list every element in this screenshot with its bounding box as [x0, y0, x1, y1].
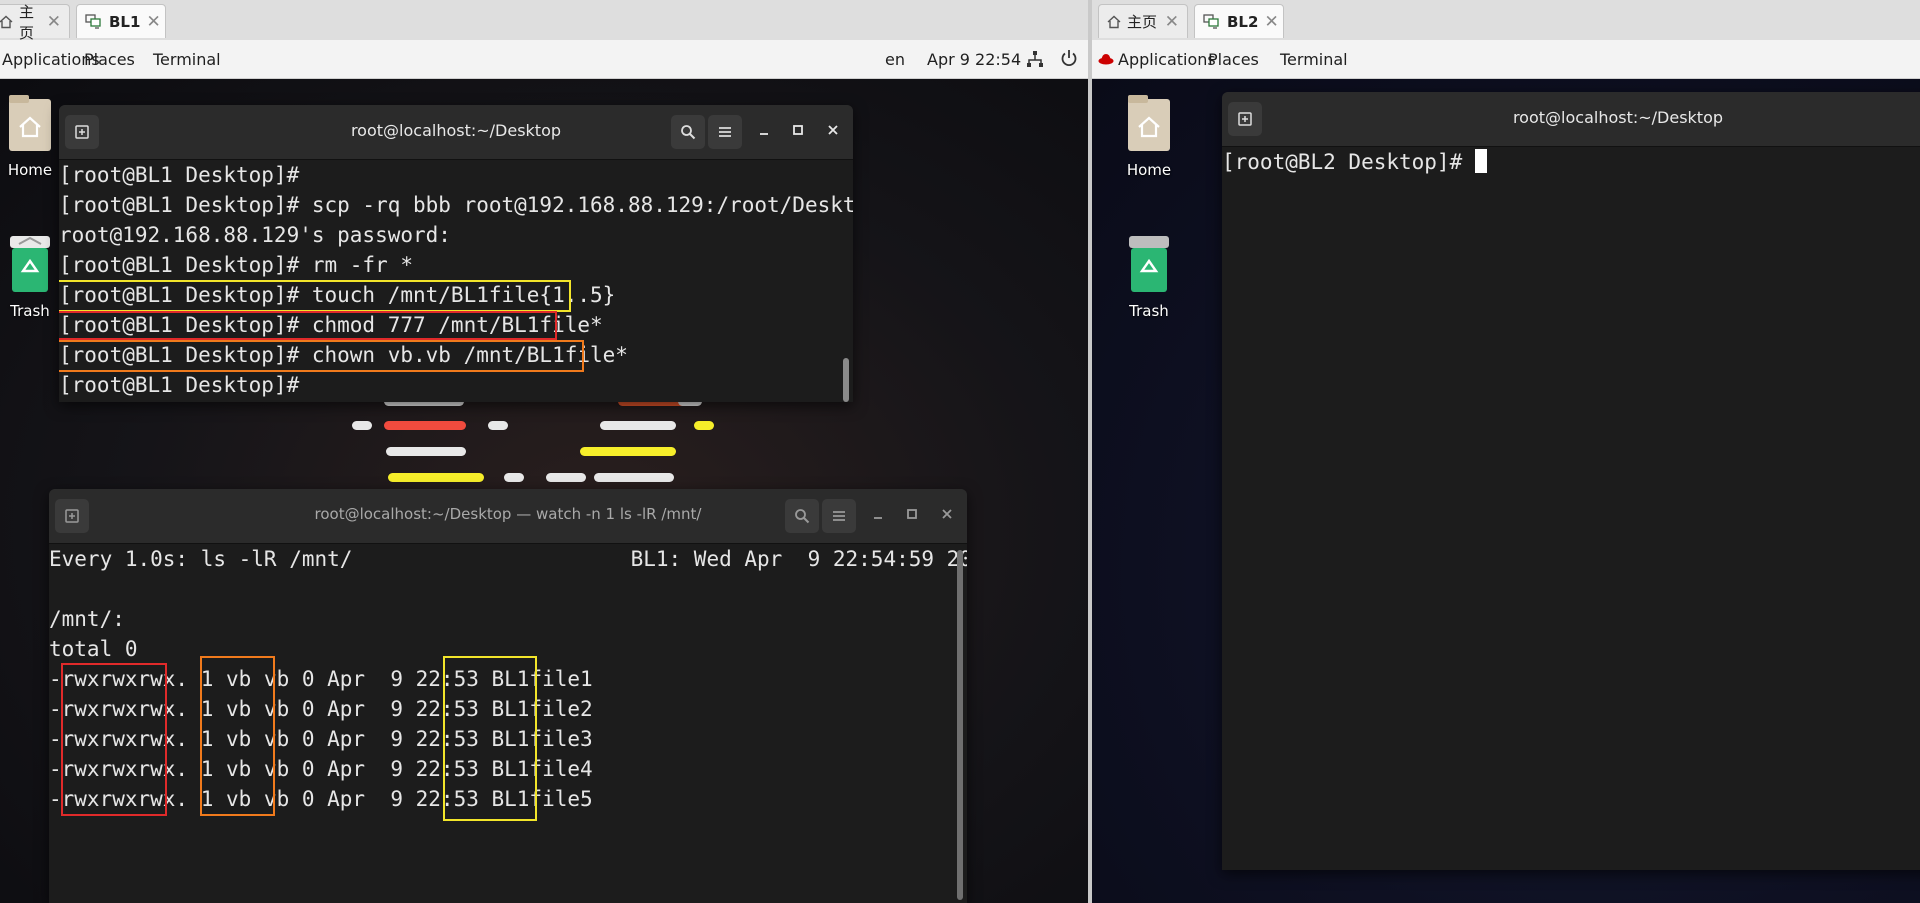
tab-bl2[interactable]: BL2 ✕: [1194, 4, 1284, 38]
terminal-header-bar[interactable]: root@localhost:~/Desktop: [59, 105, 853, 160]
terminal-line: [root@BL1 Desktop]#: [59, 373, 300, 397]
highlight-filenames: [443, 656, 537, 821]
highlight-permissions: [61, 663, 167, 816]
bl1-console-pane: 主页 ✕ BL1 ✕ Applications Places Terminal …: [0, 0, 1088, 903]
bl2-terminal-window[interactable]: root@localhost:~/Desktop [root@BL2 Deskt…: [1222, 92, 1920, 870]
close-button[interactable]: [822, 121, 844, 140]
close-icon[interactable]: ✕: [47, 12, 61, 32]
house-icon: [1107, 15, 1121, 28]
places-menu[interactable]: Places: [84, 50, 135, 69]
terminal-output[interactable]: [root@BL2 Desktop]#: [1222, 147, 1920, 870]
vm-icon: [1203, 13, 1219, 29]
terminal-line: [root@BL1 Desktop]# rm -fr *: [59, 253, 414, 277]
menu-button[interactable]: [822, 499, 856, 533]
terminal-prompt: [root@BL2 Desktop]#: [1222, 150, 1475, 174]
maximize-icon: [793, 125, 803, 135]
close-icon[interactable]: ✕: [1264, 12, 1278, 32]
terminal-line: [root@BL1 Desktop]#: [59, 163, 300, 187]
maximize-button[interactable]: [787, 121, 809, 140]
trash-icon: [1129, 236, 1169, 292]
search-button[interactable]: [671, 115, 705, 149]
search-button[interactable]: [785, 499, 819, 533]
minimize-icon: [874, 517, 882, 519]
tab-home[interactable]: 主页 ✕: [0, 3, 70, 42]
terminal-header-bar[interactable]: root@localhost:~/Desktop — watch -n 1 ls…: [49, 489, 967, 544]
applications-menu[interactable]: Applications: [1118, 50, 1216, 69]
terminal-line: [root@BL2 Desktop]#: [1222, 147, 1487, 177]
gnome-top-bar: Applications Places Terminal en Apr 9 22…: [0, 40, 1088, 79]
highlight-chmod-command: [59, 311, 557, 340]
redhat-icon: [1098, 54, 1114, 65]
terminal-output[interactable]: [root@BL1 Desktop]# [root@BL1 Desktop]# …: [59, 160, 853, 402]
clock[interactable]: Apr 9 22:54: [927, 50, 1021, 69]
desktop-home-icon[interactable]: Home: [1109, 93, 1189, 179]
tab-home-label: 主页: [19, 2, 35, 42]
terminal-line: root@192.168.88.129's password:: [59, 223, 451, 247]
bl1-watch-terminal-window[interactable]: root@localhost:~/Desktop — watch -n 1 ls…: [49, 489, 967, 903]
close-button[interactable]: [936, 505, 958, 524]
bl1-tab-bar: 主页 ✕ BL1 ✕: [0, 0, 1088, 42]
scrollbar[interactable]: [843, 358, 849, 402]
highlight-touch-command: [59, 280, 571, 312]
terminal-menu[interactable]: Terminal: [153, 50, 221, 69]
gnome-top-bar: Applications Places Terminal: [1092, 40, 1920, 79]
close-icon: [828, 125, 838, 135]
minimize-button[interactable]: [753, 121, 775, 140]
highlight-chown-command: [59, 340, 584, 372]
close-icon[interactable]: ✕: [1165, 12, 1179, 32]
watch-header-line: Every 1.0s: ls -lR /mnt/ BL1: Wed Apr 9 …: [49, 547, 967, 571]
watch-output[interactable]: Every 1.0s: ls -lR /mnt/ BL1: Wed Apr 9 …: [49, 544, 967, 903]
tab-home-label: 主页: [1127, 13, 1158, 31]
search-icon: [795, 509, 810, 524]
terminal-title: root@localhost:~/Desktop: [1512, 108, 1724, 127]
tab-bl2-label: BL2: [1227, 12, 1259, 31]
desktop-home-label: Home: [1126, 161, 1172, 179]
menu-button[interactable]: [708, 115, 742, 149]
tab-home[interactable]: 主页 ✕: [1098, 4, 1188, 38]
desktop-trash-icon[interactable]: Trash: [1109, 234, 1189, 320]
highlight-owner-group: [200, 656, 275, 816]
trash-icon: [10, 236, 50, 292]
terminal-line: [root@BL1 Desktop]# scp -rq bbb root@192…: [59, 193, 853, 217]
input-language[interactable]: en: [885, 50, 905, 69]
terminal-header-bar[interactable]: root@localhost:~/Desktop: [1222, 92, 1920, 147]
scrollbar[interactable]: [957, 550, 963, 900]
minimize-button[interactable]: [867, 505, 889, 524]
search-icon: [681, 125, 696, 140]
house-icon: [0, 15, 13, 28]
bl1-terminal-window[interactable]: root@localhost:~/Desktop [root@BL1 Deskt…: [59, 105, 853, 402]
places-menu[interactable]: Places: [1208, 50, 1259, 69]
terminal-line: total 0: [49, 637, 138, 661]
wallpaper-lights: [350, 397, 730, 487]
maximize-button[interactable]: [901, 505, 923, 524]
terminal-cursor: [1474, 149, 1487, 173]
bl2-tab-bar: 主页 ✕ BL2 ✕: [1092, 0, 1920, 41]
bl2-console-pane: 主页 ✕ BL2 ✕ Applications Places Terminal …: [1092, 0, 1920, 903]
maximize-icon: [907, 509, 917, 519]
tab-bl1[interactable]: BL1 ✕: [76, 4, 166, 38]
minimize-icon: [760, 133, 768, 135]
home-folder-icon: [1128, 95, 1170, 151]
network-icon[interactable]: [1026, 50, 1044, 68]
hamburger-icon: [719, 127, 731, 137]
power-icon[interactable]: [1060, 49, 1078, 67]
terminal-line: /mnt/:: [49, 607, 125, 631]
vm-icon: [85, 13, 101, 29]
hamburger-icon: [833, 511, 845, 521]
terminal-menu[interactable]: Terminal: [1280, 50, 1348, 69]
desktop-trash-label: Trash: [1129, 302, 1169, 320]
tab-bl1-label: BL1: [109, 12, 141, 31]
close-icon: [942, 509, 952, 519]
close-icon[interactable]: ✕: [146, 12, 160, 32]
home-folder-icon: [9, 95, 51, 151]
